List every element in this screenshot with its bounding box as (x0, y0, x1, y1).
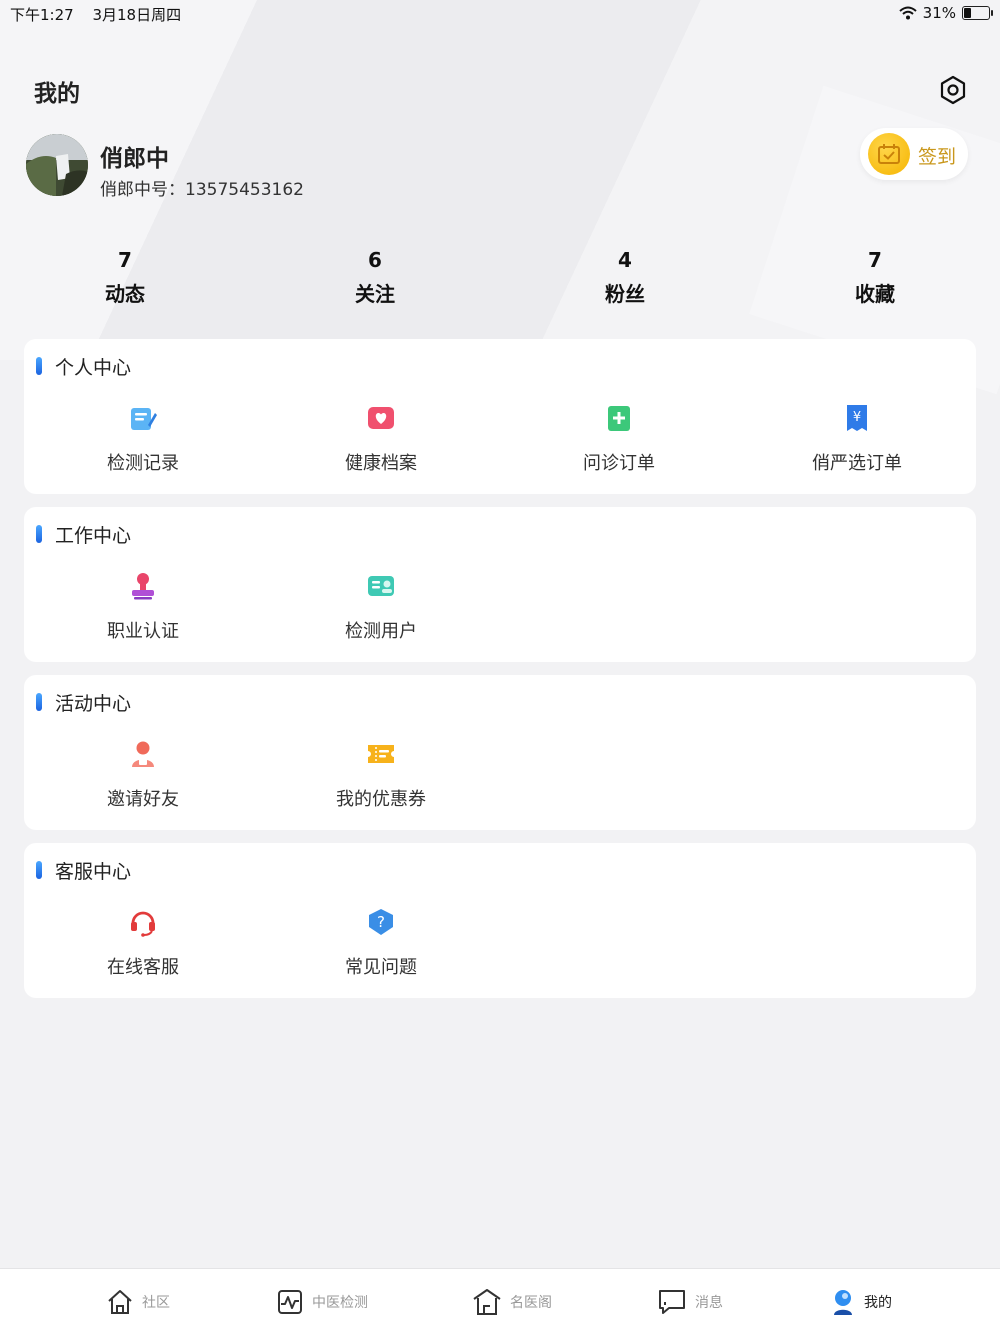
svg-text:?: ? (377, 913, 385, 931)
tab-label: 中医检测 (312, 1295, 368, 1311)
headset-icon (131, 911, 155, 937)
section-marker (36, 693, 42, 711)
menu-item-label: 在线客服 (107, 957, 179, 978)
wifi-icon (898, 6, 917, 20)
menu-item-label: 俏严选订单 (812, 453, 902, 474)
stats-row: 7 动态 6 关注 4 粉丝 7 收藏 (0, 248, 1000, 318)
status-time: 下午1:27 (10, 6, 74, 24)
home-icon (108, 1290, 132, 1314)
section-marker (36, 861, 42, 879)
stat-label: 粉丝 (605, 282, 645, 306)
status-date: 3月18日周四 (92, 6, 182, 24)
menu-item-invite-friend[interactable]: 邀请好友 (63, 739, 223, 811)
profile-icon (834, 1290, 852, 1315)
menu-item-label: 邀请好友 (107, 789, 179, 810)
menu-item-coupons[interactable]: 我的优惠券 (301, 739, 461, 811)
stat-count: 6 (368, 248, 382, 272)
shop-order-icon: ¥ (847, 405, 867, 431)
stat-posts[interactable]: 7 动态 (65, 248, 185, 307)
stat-count: 7 (118, 248, 132, 272)
pavilion-icon (473, 1289, 501, 1315)
menu-item-health-file[interactable]: 健康档案 (301, 403, 461, 475)
tab-tcm-test[interactable]: 中医检测 (276, 1287, 368, 1317)
avatar[interactable] (26, 134, 88, 196)
section-marker (36, 357, 42, 375)
tab-label: 我的 (864, 1295, 892, 1311)
pulse-icon (278, 1290, 302, 1314)
menu-item-shop-order[interactable]: ¥ 俏严选订单 (777, 403, 937, 475)
stat-count: 4 (618, 248, 632, 272)
menu-item-label: 常见问题 (345, 957, 417, 978)
tab-mine[interactable]: 我的 (830, 1287, 892, 1317)
tab-label: 消息 (695, 1295, 723, 1311)
test-users-icon (368, 576, 394, 596)
tab-label: 社区 (142, 1295, 170, 1311)
svg-text:¥: ¥ (853, 410, 861, 425)
invite-friend-icon (132, 741, 154, 767)
section-activity-center: 活动中心 邀请好友 我的优惠券 (24, 675, 976, 830)
user-name: 俏郎中 (100, 146, 169, 172)
status-bar: 下午1:27 3月18日周四 31% (0, 0, 1000, 28)
message-icon (659, 1290, 685, 1314)
checkin-button[interactable]: 签到 (860, 128, 968, 180)
settings-icon[interactable] (938, 75, 968, 105)
stat-followers[interactable]: 4 粉丝 (565, 248, 685, 307)
menu-item-label: 问诊订单 (583, 453, 655, 474)
menu-item-label: 检测记录 (107, 453, 179, 474)
tab-bar: 社区 中医检测 名医阁 消息 我的 (0, 1268, 1000, 1335)
user-id-label: 俏郎中号： (100, 180, 185, 200)
stat-label: 收藏 (855, 282, 895, 306)
menu-item-label: 我的优惠券 (336, 789, 426, 810)
tab-label: 名医阁 (510, 1295, 552, 1311)
section-title: 客服中心 (55, 861, 132, 883)
page-title: 我的 (34, 81, 80, 107)
user-id: 俏郎中号：13575453162 (100, 175, 304, 200)
avatar-landscape (26, 134, 88, 196)
menu-item-label: 职业认证 (107, 621, 179, 642)
section-personal-center: 个人中心 检测记录 健康档案 问诊订单 ¥ 俏严选订单 (24, 339, 976, 494)
user-id-value: 13575453162 (185, 180, 304, 200)
calendar-check-icon (868, 133, 910, 175)
checkin-label: 签到 (918, 146, 957, 168)
coupon-icon (368, 745, 394, 763)
section-marker (36, 525, 42, 543)
menu-item-certification[interactable]: 职业认证 (63, 571, 223, 643)
section-title: 个人中心 (55, 357, 132, 379)
menu-item-online-service[interactable]: 在线客服 (63, 907, 223, 979)
menu-item-label: 健康档案 (345, 453, 417, 474)
menu-item-faq[interactable]: ? 常见问题 (301, 907, 461, 979)
stat-label: 动态 (105, 282, 145, 306)
tab-famous-doctors[interactable]: 名医阁 (472, 1287, 552, 1317)
stat-count: 7 (868, 248, 882, 272)
stat-favorites[interactable]: 7 收藏 (815, 248, 935, 307)
record-icon (131, 408, 157, 430)
section-service-center: 客服中心 在线客服 ? 常见问题 (24, 843, 976, 998)
battery-percent: 31% (922, 4, 956, 22)
menu-item-consult-order[interactable]: 问诊订单 (539, 403, 699, 475)
menu-item-test-users[interactable]: 检测用户 (301, 571, 461, 643)
health-file-icon (368, 407, 394, 429)
tab-messages[interactable]: 消息 (657, 1287, 723, 1317)
certification-icon (132, 573, 154, 600)
section-work-center: 工作中心 职业认证 检测用户 (24, 507, 976, 662)
section-title: 活动中心 (55, 693, 132, 715)
battery-icon (962, 6, 993, 20)
faq-icon: ? (369, 909, 393, 935)
menu-item-test-records[interactable]: 检测记录 (63, 403, 223, 475)
stat-following[interactable]: 6 关注 (315, 248, 435, 307)
tab-community[interactable]: 社区 (106, 1287, 170, 1317)
menu-item-label: 检测用户 (345, 621, 417, 642)
stat-label: 关注 (355, 282, 395, 306)
section-title: 工作中心 (55, 525, 132, 547)
consult-order-icon (608, 406, 630, 431)
